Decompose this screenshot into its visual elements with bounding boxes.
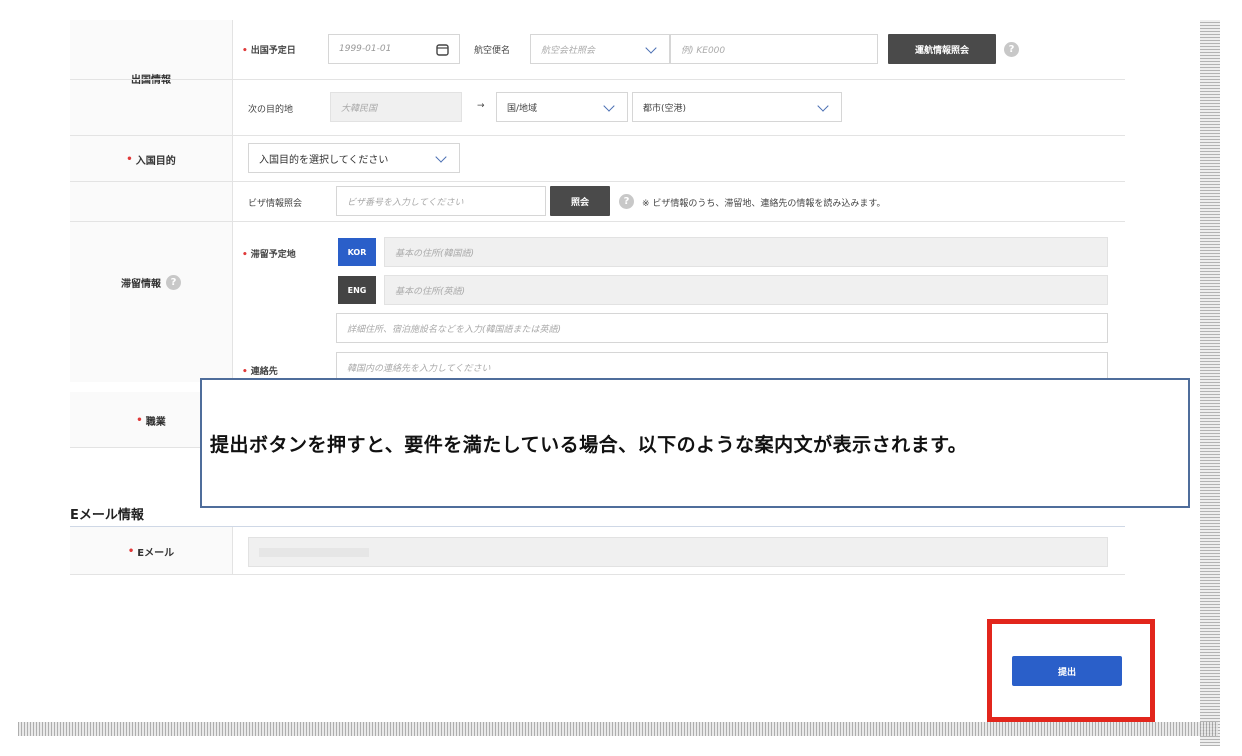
departure-date-label-text: 出国予定日 <box>250 46 296 56</box>
kor-address-input[interactable]: 基本の住所(韓国語) <box>384 237 1108 267</box>
email-redacted-value <box>259 547 369 557</box>
airline-select[interactable]: 航空会社照会 <box>530 34 670 64</box>
eng-address-placeholder: 基本の住所(英語) <box>395 286 466 297</box>
chevron-down-icon <box>603 100 615 112</box>
airline-select-text: 航空会社照会 <box>541 45 596 56</box>
chevron-down-icon <box>435 151 447 163</box>
flight-number-input[interactable]: 例) KE000 <box>670 34 878 64</box>
visa-note: ※ ビザ情報のうち、滞留地、連絡先の情報を読み込みます。 <box>642 199 886 209</box>
next-destination-input: 大韓民国 <box>330 92 462 122</box>
email-section-title: Eメール情報 <box>70 508 144 523</box>
departure-date-value: 1999-01-01 <box>339 44 392 54</box>
detail-address-placeholder: 詳細住所、宿泊施設名などを入力(韓国語または英語) <box>347 324 562 335</box>
instruction-callout-text: 提出ボタンを押すと、要件を満たしている場合、以下のような案内文が表示されます。 <box>210 433 968 456</box>
chevron-down-icon <box>817 100 829 112</box>
address-label-text: 滞留予定地 <box>250 250 296 260</box>
address-label: • 滞留予定地 <box>242 250 296 260</box>
torn-edge-right <box>1200 20 1220 746</box>
city-select-text: 都市(空港) <box>643 103 687 114</box>
email-input[interactable] <box>248 537 1108 567</box>
contact-label: • 連絡先 <box>242 367 278 377</box>
purpose-select[interactable]: 入国目的を選択してください <box>248 143 460 173</box>
country-select[interactable]: 国/地域 <box>496 92 628 122</box>
visa-lookup-button[interactable]: 照会 <box>550 186 610 216</box>
chevron-down-icon <box>645 42 657 54</box>
departure-date-input[interactable]: 1999-01-01 <box>328 34 460 64</box>
next-destination-label: 次の目的地 <box>248 105 294 115</box>
kor-tag: KOR <box>338 238 376 266</box>
stay-section-text: 滞留情報 <box>121 278 161 290</box>
visa-number-input[interactable]: ビザ番号を入力してください <box>336 186 546 216</box>
purpose-row <box>70 136 1125 182</box>
help-icon[interactable]: ? <box>1004 42 1019 57</box>
flight-number-placeholder: 例) KE000 <box>681 45 726 56</box>
help-icon[interactable]: ? <box>166 274 181 290</box>
eng-address-input[interactable]: 基本の住所(英語) <box>384 275 1108 305</box>
torn-edge-bottom <box>18 722 1218 736</box>
next-destination-value: 大韓民国 <box>341 103 378 114</box>
eng-tag: ENG <box>338 276 376 304</box>
calendar-icon[interactable] <box>436 43 449 56</box>
help-icon[interactable]: ? <box>619 194 634 209</box>
instruction-callout: 提出ボタンを押すと、要件を満たしている場合、以下のような案内文が表示されます。 <box>200 378 1190 508</box>
page-frame: 出国情報 • 出国予定日 1999-01-01 航空便名 航空会社照会 例) KE… <box>0 0 1242 756</box>
country-select-text: 国/地域 <box>507 103 538 114</box>
arrow-right-icon: → <box>477 101 485 111</box>
visa-lookup-label: ビザ情報照会 <box>248 199 303 209</box>
contact-placeholder: 韓国内の連絡先を入力してください <box>347 363 491 374</box>
purpose-select-text: 入国目的を選択してください <box>259 154 389 166</box>
flight-lookup-button[interactable]: 運航情報照会 <box>888 34 996 64</box>
city-select[interactable]: 都市(空港) <box>632 92 842 122</box>
flight-label: 航空便名 <box>474 46 511 56</box>
kor-address-placeholder: 基本の住所(韓国語) <box>395 248 475 259</box>
visa-number-placeholder: ビザ番号を入力してください <box>347 197 464 208</box>
departure-date-label: • 出国予定日 <box>242 46 296 56</box>
detail-address-input[interactable]: 詳細住所、宿泊施設名などを入力(韓国語または英語) <box>336 313 1108 343</box>
submit-highlight-box <box>987 619 1155 722</box>
contact-label-text: 連絡先 <box>250 367 278 377</box>
